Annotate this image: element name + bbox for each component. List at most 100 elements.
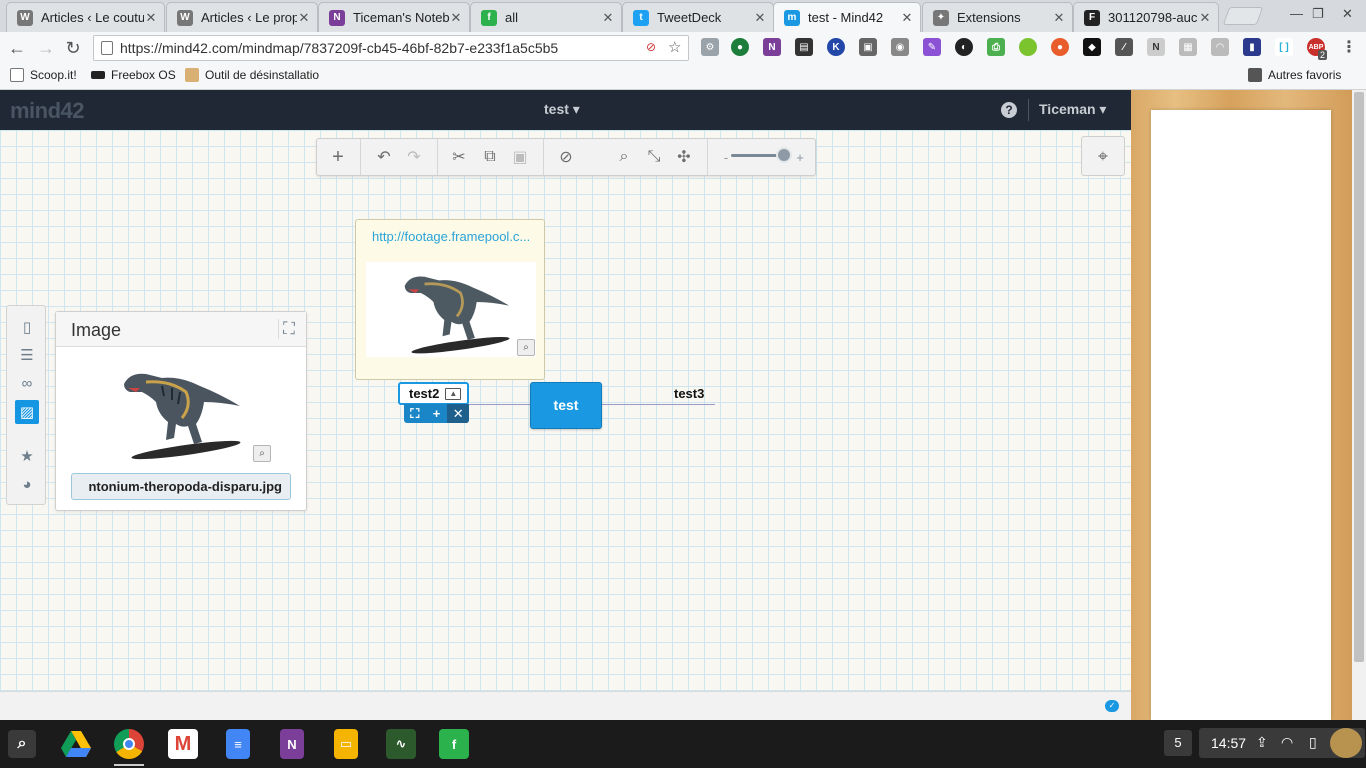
search-icon[interactable]: ⌕ — [613, 146, 635, 168]
feedly-icon[interactable]: f — [439, 729, 469, 759]
extension-icon[interactable]: ⚙ — [701, 38, 719, 56]
k-extension-icon[interactable]: K — [827, 38, 845, 56]
expand-icon[interactable]: ⛶ — [278, 319, 298, 339]
collapse-all-icon[interactable]: ⤡ — [643, 146, 665, 168]
copy-icon[interactable]: ⧉ — [479, 146, 501, 168]
zoom-slider-handle[interactable] — [776, 147, 792, 163]
extension-icon[interactable]: ● — [731, 38, 749, 56]
forward-icon[interactable]: → — [35, 37, 57, 59]
docs-icon[interactable]: ≡ — [226, 729, 250, 759]
reload-icon[interactable]: ↻ — [62, 37, 84, 59]
map-title-menu[interactable]: test ▾ — [544, 101, 580, 118]
zoom-in-icon[interactable]: + — [789, 146, 811, 168]
magnify-icon[interactable]: ⌕ — [517, 339, 535, 356]
layout-icon[interactable]: ✣ — [673, 146, 695, 168]
onenote-icon[interactable]: N — [280, 729, 304, 759]
browser-tab[interactable]: ✦ Extensions ✕ — [922, 2, 1073, 32]
rss-icon[interactable]: ◠ — [1211, 38, 1229, 56]
minimize-icon[interactable]: — — [1290, 6, 1303, 21]
address-bar[interactable]: https://mind42.com/mindmap/7837209f-cb45… — [93, 35, 689, 61]
mind42-icon: m — [784, 9, 800, 26]
fish-icon[interactable]: ◆ — [1083, 38, 1101, 56]
pocket-icon[interactable]: ● — [1051, 38, 1069, 56]
bookmark-freebox[interactable]: Freebox OS — [91, 68, 176, 82]
maximize-icon[interactable]: ❐ — [1312, 6, 1324, 22]
center-map-button[interactable]: ⌖ — [1081, 136, 1125, 176]
gmail-icon[interactable]: M — [168, 729, 198, 759]
bookmark-star-icon[interactable]: ☆ — [668, 38, 681, 56]
app-icon[interactable]: ∿ — [386, 729, 416, 759]
delete-node-icon[interactable]: ✕ — [447, 404, 470, 423]
delete-icon[interactable]: ⊘ — [555, 146, 577, 168]
google-drive-icon[interactable] — [61, 729, 91, 759]
browser-tab-active[interactable]: m test - Mind42 ✕ — [773, 2, 921, 32]
evernote-icon[interactable] — [1019, 38, 1037, 56]
close-icon[interactable]: ✕ — [1198, 10, 1212, 26]
browser-tab[interactable]: t TweetDeck ✕ — [622, 2, 774, 32]
paste-icon[interactable]: ▣ — [509, 146, 531, 168]
help-icon[interactable]: ? — [1001, 102, 1017, 118]
image-icon[interactable]: ▨ — [15, 400, 39, 424]
node-test2[interactable]: test2 ▲ — [398, 382, 469, 405]
undo-icon[interactable]: ↶ — [373, 146, 395, 168]
camera-icon[interactable]: ◉ — [891, 38, 909, 56]
note-icon[interactable]: ▯ — [15, 315, 39, 339]
book-icon[interactable]: ▮ — [1243, 38, 1261, 56]
print-icon[interactable]: ⎙ — [987, 38, 1005, 56]
other-bookmarks[interactable]: Autres favoris — [1248, 68, 1341, 82]
zoom-out-icon[interactable]: - — [715, 146, 737, 168]
extension-icon[interactable]: ▦ — [1179, 38, 1197, 56]
node-test3[interactable]: test3 — [674, 386, 704, 401]
chrome-icon[interactable] — [114, 729, 144, 759]
cut-icon[interactable]: ✂ — [448, 146, 470, 168]
user-menu[interactable]: Ticeman ▾ — [1039, 101, 1106, 118]
color-picker-icon[interactable]: ◐ — [955, 38, 973, 56]
notion-icon[interactable]: N — [1147, 38, 1165, 56]
page-info-icon[interactable] — [101, 41, 113, 55]
close-icon[interactable]: ✕ — [144, 10, 158, 26]
close-icon[interactable]: ✕ — [1052, 10, 1066, 26]
close-icon[interactable]: ✕ — [900, 10, 914, 26]
list-icon[interactable]: ☰ — [15, 343, 39, 367]
redo-icon[interactable]: ↷ — [403, 146, 425, 168]
avatar[interactable] — [1330, 728, 1362, 758]
browser-tab[interactable]: F 301120798-auc ✕ — [1073, 2, 1219, 32]
bookmark-scoopit[interactable]: Scoop.it! — [10, 68, 77, 82]
root-node[interactable]: test — [530, 382, 602, 429]
window-close-icon[interactable]: ✕ — [1342, 6, 1353, 22]
pen-icon[interactable]: ✎ — [923, 38, 941, 56]
image-link-card[interactable]: http://footage.framepool.c... ⌕ — [355, 219, 545, 380]
fullscreen-icon[interactable]: ⛶ — [404, 404, 426, 423]
brackets-icon[interactable]: [ ] — [1275, 38, 1293, 56]
browser-tab[interactable]: N Ticeman's Noteb ✕ — [318, 2, 470, 32]
close-icon[interactable]: ✕ — [297, 10, 311, 26]
star-icon[interactable]: ★ — [15, 444, 39, 468]
slides-icon[interactable]: ▭ — [334, 729, 358, 759]
bookmark-uninstall-tool[interactable]: Outil de désinstallatio — [185, 68, 323, 82]
add-child-icon[interactable]: + — [426, 404, 448, 423]
add-node-icon[interactable]: + — [327, 146, 349, 168]
close-icon[interactable]: ✕ — [601, 10, 615, 26]
image-url-input[interactable]: ntonium-theropoda-disparu.jpg — [71, 473, 291, 500]
browser-menu-icon[interactable]: ⋮ — [1340, 38, 1358, 56]
browser-tab[interactable]: W Articles ‹ Le coutu ✕ — [6, 2, 165, 32]
launcher-search-icon[interactable]: ⌕ — [8, 730, 36, 758]
back-icon[interactable]: ← — [6, 37, 28, 59]
magnify-icon[interactable]: ⌕ — [253, 445, 271, 462]
extension-icon[interactable]: ▣ — [859, 38, 877, 56]
scrollbar-thumb[interactable] — [1354, 92, 1364, 662]
palette-icon[interactable]: ◕ — [15, 472, 39, 496]
link-icon[interactable]: ∞ — [15, 371, 39, 395]
close-icon[interactable]: ✕ — [449, 10, 463, 26]
window-count[interactable]: 5 — [1164, 730, 1192, 756]
browser-tab[interactable]: W Articles ‹ Le prop ✕ — [166, 2, 318, 32]
brush-icon[interactable]: ∕ — [1115, 38, 1133, 56]
image-link[interactable]: http://footage.framepool.c... — [372, 229, 537, 244]
mind42-logo[interactable]: mind42 — [10, 98, 85, 124]
blocked-icon[interactable]: ⊘ — [646, 40, 656, 54]
browser-tab[interactable]: f all ✕ — [470, 2, 622, 32]
onenote-clipper-icon[interactable]: N — [763, 38, 781, 56]
new-tab-button[interactable] — [1222, 7, 1264, 25]
close-icon[interactable]: ✕ — [753, 10, 767, 26]
film-icon[interactable]: ▤ — [795, 38, 813, 56]
